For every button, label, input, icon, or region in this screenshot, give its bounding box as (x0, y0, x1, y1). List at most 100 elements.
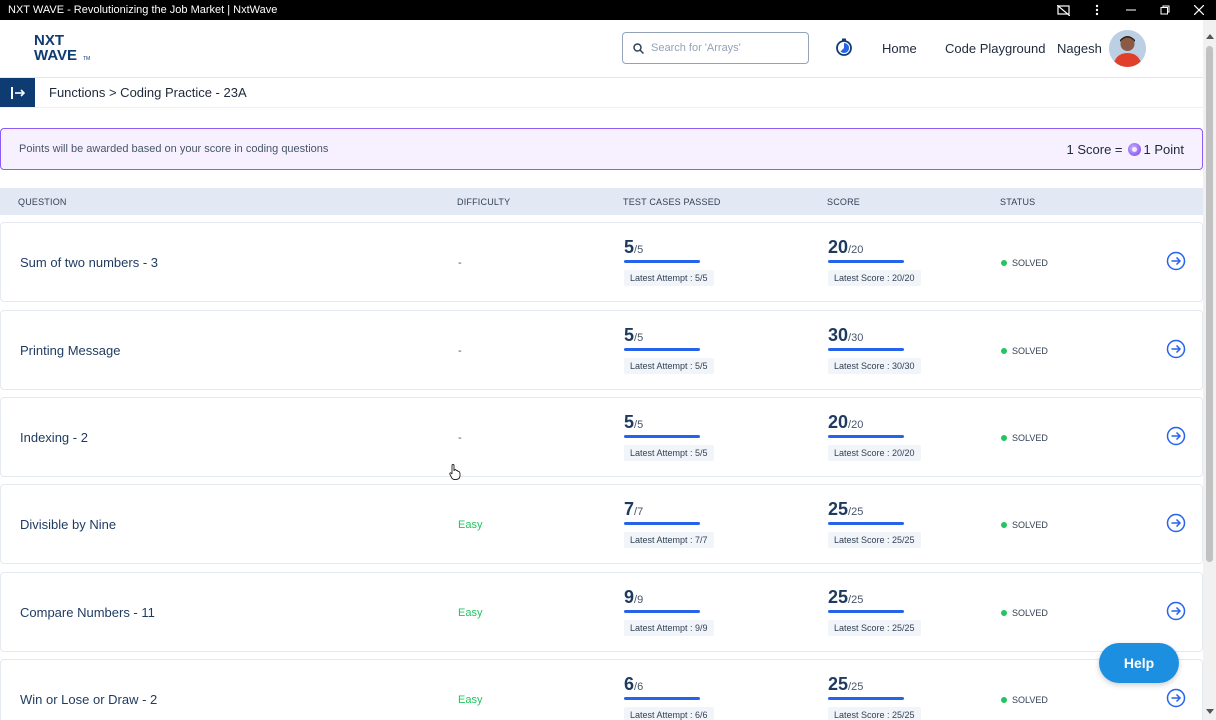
score-total: /25 (848, 681, 864, 693)
points-info-banner: Points will be awarded based on your sco… (0, 128, 1203, 170)
svg-text:TM: TM (83, 56, 90, 62)
top-header: NXT WAVE TM Home Code Playground Nagesh (0, 20, 1203, 78)
latest-attempt-tag: Latest Attempt : 6/6 (624, 707, 714, 720)
open-question-arrow-icon[interactable] (1166, 688, 1186, 708)
status-dot-icon (1001, 697, 1007, 703)
status-badge: SOLVED (1001, 346, 1048, 356)
restore-icon[interactable] (1148, 0, 1182, 20)
cast-off-icon[interactable] (1046, 0, 1080, 20)
latest-score-tag: Latest Score : 20/20 (828, 270, 921, 286)
score-total: /30 (848, 332, 864, 344)
score-total: /25 (848, 506, 864, 518)
avatar[interactable] (1109, 30, 1146, 67)
score-progress-bar (828, 260, 904, 263)
header-test-cases: TEST CASES PASSED (623, 197, 721, 207)
open-question-arrow-icon[interactable] (1166, 513, 1186, 533)
search-input[interactable] (651, 42, 801, 54)
table-row[interactable]: Win or Lose or Draw - 2 Easy 6/6 Latest … (0, 659, 1203, 720)
score-total: /20 (848, 244, 864, 256)
close-icon[interactable] (1182, 0, 1216, 20)
window-title: NXT WAVE - Revolutionizing the Job Marke… (8, 4, 278, 16)
latest-attempt-tag: Latest Attempt : 5/5 (624, 270, 714, 286)
header-question: QUESTION (18, 197, 67, 207)
status-badge: SOLVED (1001, 258, 1048, 268)
conversion-left: 1 Score = (1066, 141, 1123, 157)
status-dot-icon (1001, 610, 1007, 616)
score-value: 25 (828, 674, 849, 694)
score-value: 25 (828, 587, 849, 607)
help-button[interactable]: Help (1099, 643, 1179, 683)
nav-code-playground-link[interactable]: Code Playground (945, 41, 1045, 56)
page-scrollbar[interactable] (1203, 20, 1216, 720)
points-info-text: Points will be awarded based on your sco… (19, 143, 329, 155)
latest-score-tag: Latest Score : 30/30 (828, 358, 921, 374)
status-text: SOLVED (1012, 346, 1048, 356)
tc-progress-bar (624, 522, 700, 525)
breadcrumb-bar: Functions > Coding Practice - 23A (0, 78, 1203, 108)
status-badge: SOLVED (1001, 520, 1048, 530)
question-name[interactable]: Printing Message (20, 343, 120, 358)
stopwatch-icon[interactable] (834, 37, 854, 57)
nxtwave-logo[interactable]: NXT WAVE TM (33, 31, 95, 65)
tc-progress-bar (624, 348, 700, 351)
tc-passed: 7 (624, 499, 635, 519)
difficulty-value: - (458, 432, 462, 444)
status-text: SOLVED (1012, 433, 1048, 443)
open-question-arrow-icon[interactable] (1166, 601, 1186, 621)
score-point-conversion: 1 Score = 1 Point (1067, 142, 1185, 157)
difficulty-value: Easy (458, 519, 483, 531)
user-name[interactable]: Nagesh (1057, 41, 1102, 56)
tc-total: /5 (634, 419, 644, 431)
nav-home-link[interactable]: Home (882, 41, 917, 56)
tc-total: /5 (634, 332, 644, 344)
search-box[interactable] (622, 32, 809, 64)
scroll-thumb[interactable] (1206, 46, 1213, 562)
tc-progress-bar (624, 435, 700, 438)
score-progress-bar (828, 697, 904, 700)
table-row[interactable]: Sum of two numbers - 3 - 5/5 Latest Atte… (0, 222, 1203, 302)
score-progress-bar (828, 435, 904, 438)
tc-total: /9 (634, 594, 644, 606)
open-question-arrow-icon[interactable] (1166, 426, 1186, 446)
scroll-up-arrow-icon[interactable] (1206, 34, 1214, 39)
question-name[interactable]: Indexing - 2 (20, 430, 88, 445)
test-cases-metric: 5/5 Latest Attempt : 5/5 (624, 325, 744, 374)
latest-score-tag: Latest Score : 25/25 (828, 532, 921, 548)
hand-cursor-icon (449, 464, 461, 480)
tc-total: /7 (634, 506, 644, 518)
tc-total: /6 (634, 681, 644, 693)
table-row[interactable]: Printing Message - 5/5 Latest Attempt : … (0, 310, 1203, 390)
table-row[interactable]: Divisible by Nine Easy 7/7 Latest Attemp… (0, 484, 1203, 564)
score-metric: 25/25 Latest Score : 25/25 (828, 499, 948, 548)
status-text: SOLVED (1012, 695, 1048, 705)
open-question-arrow-icon[interactable] (1166, 251, 1186, 271)
score-metric: 25/25 Latest Score : 25/25 (828, 587, 948, 636)
header-score: SCORE (827, 197, 861, 207)
window-titlebar: NXT WAVE - Revolutionizing the Job Marke… (0, 0, 1216, 20)
more-options-icon[interactable] (1080, 0, 1114, 20)
latest-attempt-tag: Latest Attempt : 5/5 (624, 445, 714, 461)
latest-score-tag: Latest Score : 20/20 (828, 445, 921, 461)
score-metric: 20/20 Latest Score : 20/20 (828, 412, 948, 461)
question-name[interactable]: Compare Numbers - 11 (20, 605, 155, 620)
question-name[interactable]: Win or Lose or Draw - 2 (20, 692, 157, 707)
latest-attempt-tag: Latest Attempt : 5/5 (624, 358, 714, 374)
difficulty-value: - (458, 345, 462, 357)
table-row[interactable]: Compare Numbers - 11 Easy 9/9 Latest Att… (0, 572, 1203, 652)
difficulty-value: Easy (458, 607, 483, 619)
latest-attempt-tag: Latest Attempt : 9/9 (624, 620, 714, 636)
score-total: /20 (848, 419, 864, 431)
sidebar-toggle-button[interactable] (0, 78, 35, 107)
question-name[interactable]: Sum of two numbers - 3 (20, 255, 158, 270)
latest-attempt-tag: Latest Attempt : 7/7 (624, 532, 714, 548)
table-row[interactable]: Indexing - 2 - 5/5 Latest Attempt : 5/5 … (0, 397, 1203, 477)
test-cases-metric: 5/5 Latest Attempt : 5/5 (624, 237, 744, 286)
scroll-down-arrow-icon[interactable] (1206, 709, 1214, 714)
open-question-arrow-icon[interactable] (1166, 339, 1186, 359)
status-text: SOLVED (1012, 608, 1048, 618)
test-cases-metric: 9/9 Latest Attempt : 9/9 (624, 587, 744, 636)
status-badge: SOLVED (1001, 695, 1048, 705)
score-metric: 30/30 Latest Score : 30/30 (828, 325, 948, 374)
minimize-icon[interactable] (1114, 0, 1148, 20)
question-name[interactable]: Divisible by Nine (20, 517, 116, 532)
